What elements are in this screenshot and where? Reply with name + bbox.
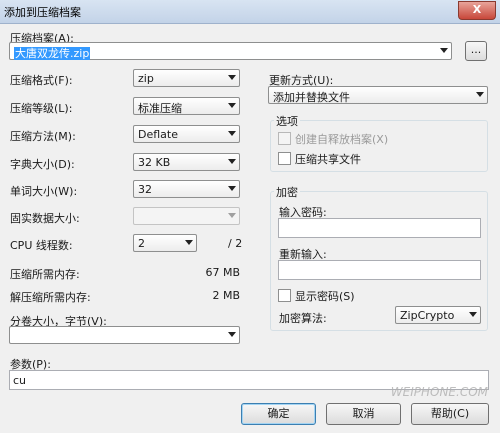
show-password-checkbox[interactable] bbox=[278, 289, 291, 302]
mem-decompress-value: 2 MB bbox=[212, 289, 240, 302]
password-field[interactable] bbox=[278, 218, 481, 238]
update-value: 添加并替换文件 bbox=[273, 91, 350, 104]
encryption-method-select[interactable]: ZipCrypto bbox=[395, 306, 481, 324]
chevron-down-icon bbox=[185, 240, 193, 245]
watermark: WEIPHONE.COM bbox=[390, 385, 488, 399]
solid-label: 固实数据大小: bbox=[10, 212, 80, 225]
split-combo[interactable] bbox=[9, 326, 240, 344]
chevron-down-icon bbox=[469, 312, 477, 317]
reenter-password-field[interactable] bbox=[278, 260, 481, 280]
mem-decompress-label: 解压缩所需内存: bbox=[10, 291, 91, 304]
threads-total: / 2 bbox=[228, 237, 243, 250]
window-title: 添加到压缩档案 bbox=[4, 6, 81, 19]
sfx-checkbox bbox=[278, 132, 291, 145]
mem-compress-value: 67 MB bbox=[205, 266, 240, 279]
shared-checkbox[interactable] bbox=[278, 152, 291, 165]
shared-label: 压缩共享文件 bbox=[295, 153, 361, 166]
close-button[interactable]: X bbox=[458, 1, 496, 20]
cancel-button[interactable]: 取消 bbox=[326, 403, 401, 425]
dict-value: 32 KB bbox=[138, 156, 171, 169]
word-label: 单词大小(W): bbox=[10, 185, 78, 198]
params-value: cu bbox=[13, 374, 27, 387]
chevron-down-icon bbox=[228, 131, 236, 136]
word-select[interactable]: 32 bbox=[133, 180, 240, 198]
archive-value: 大唐双龙传.zip bbox=[14, 47, 91, 60]
chevron-down-icon bbox=[228, 159, 236, 164]
threads-value: 2 bbox=[138, 237, 145, 250]
format-label: 压缩格式(F): bbox=[10, 74, 73, 87]
encryption-title: 加密 bbox=[274, 184, 300, 200]
format-select[interactable]: zip bbox=[133, 69, 240, 87]
chevron-down-icon bbox=[476, 92, 484, 97]
format-value: zip bbox=[138, 72, 154, 85]
encryption-method-label: 加密算法: bbox=[279, 312, 327, 325]
update-select[interactable]: 添加并替换文件 bbox=[268, 86, 488, 104]
solid-select bbox=[133, 207, 240, 225]
chevron-down-icon bbox=[228, 103, 236, 108]
level-select[interactable]: 标准压缩 bbox=[133, 97, 240, 115]
dict-label: 字典大小(D): bbox=[10, 158, 75, 171]
ok-button[interactable]: 确定 bbox=[241, 403, 316, 425]
options-title: 选项 bbox=[274, 113, 300, 129]
method-label: 压缩方法(M): bbox=[10, 130, 76, 143]
show-password-label: 显示密码(S) bbox=[295, 290, 355, 303]
threads-label: CPU 线程数: bbox=[10, 239, 73, 252]
chevron-down-icon bbox=[228, 186, 236, 191]
browse-button[interactable]: ... bbox=[465, 41, 487, 61]
level-label: 压缩等级(L): bbox=[10, 102, 73, 115]
chevron-down-icon bbox=[228, 75, 236, 80]
archive-combo[interactable]: 大唐双龙传.zip bbox=[9, 42, 452, 60]
level-value: 标准压缩 bbox=[138, 102, 182, 115]
title-bar: 添加到压缩档案 X bbox=[0, 0, 500, 24]
sfx-label: 创建自释放档案(X) bbox=[295, 133, 389, 146]
dict-select[interactable]: 32 KB bbox=[133, 153, 240, 171]
threads-select[interactable]: 2 bbox=[133, 234, 197, 252]
word-value: 32 bbox=[138, 183, 152, 196]
encryption-method-value: ZipCrypto bbox=[400, 309, 455, 322]
mem-compress-label: 压缩所需内存: bbox=[10, 268, 80, 281]
chevron-down-icon bbox=[440, 48, 448, 53]
method-select[interactable]: Deflate bbox=[133, 125, 240, 143]
help-button[interactable]: 帮助(C) bbox=[411, 403, 489, 425]
method-value: Deflate bbox=[138, 128, 178, 141]
chevron-down-icon bbox=[228, 332, 236, 337]
chevron-down-icon bbox=[228, 213, 236, 218]
